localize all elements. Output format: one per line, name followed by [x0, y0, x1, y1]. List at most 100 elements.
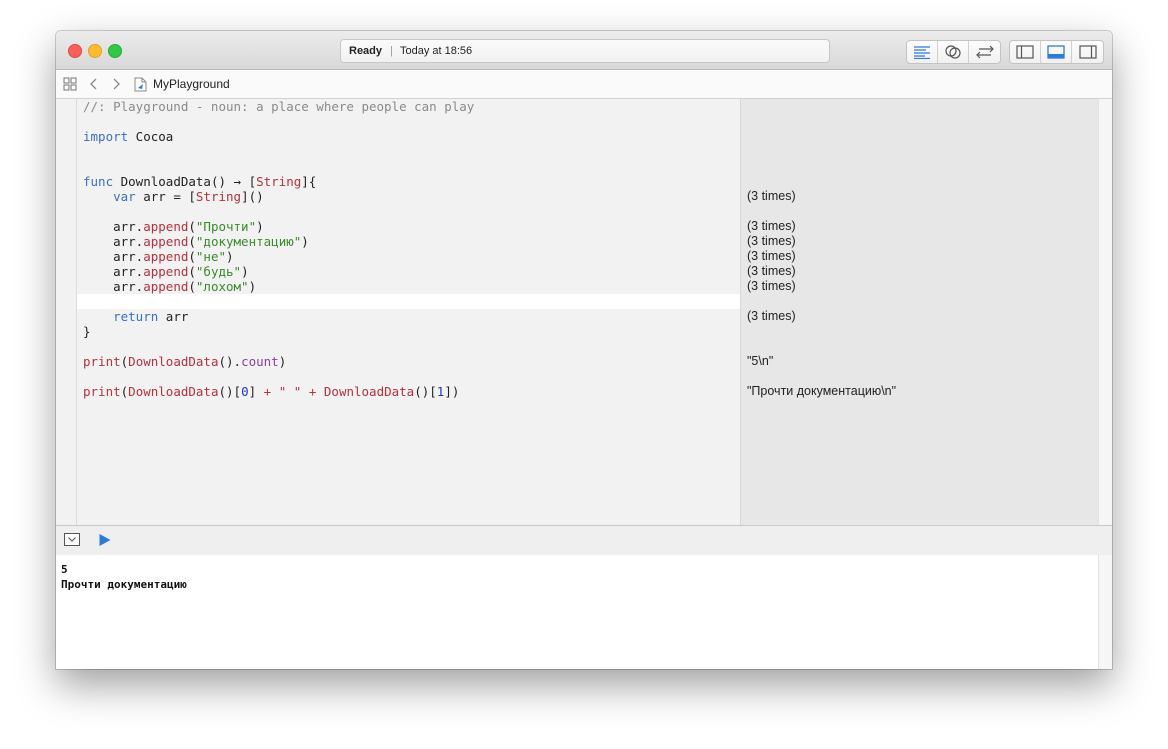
code-line: }	[77, 324, 740, 339]
related-items-button[interactable]	[63, 70, 77, 98]
code-token: )	[256, 219, 264, 234]
code-token: count	[241, 354, 279, 369]
code-line: print(DownloadData()[0] + " " + Download…	[77, 384, 740, 399]
code-token: arr	[158, 309, 189, 324]
code-token: )	[248, 279, 257, 294]
hide-debug-area-button[interactable]	[64, 533, 80, 546]
play-icon	[99, 534, 111, 546]
assistant-editor-button[interactable]	[938, 41, 969, 63]
version-editor-icon	[975, 45, 994, 59]
code-line: arr.append("Прочти")	[77, 219, 740, 234]
result-value[interactable]: (3 times)	[747, 219, 796, 234]
code-line: print(DownloadData().count)	[77, 354, 740, 369]
source-editor[interactable]: //: Playground - noun: a place where peo…	[77, 99, 740, 525]
code-token: arr.	[83, 234, 144, 249]
minimize-window-button[interactable]	[88, 44, 102, 58]
grid-icon	[63, 77, 77, 91]
code-token: ()[	[414, 384, 437, 399]
code-token: arr.	[83, 264, 144, 279]
code-token: )	[278, 354, 287, 369]
code-token: )	[226, 249, 234, 264]
console-scrollbar[interactable]	[1098, 555, 1112, 669]
code-token: "документацию"	[195, 234, 302, 249]
result-value[interactable]: (3 times)	[747, 234, 796, 249]
code-token: "не"	[195, 249, 227, 264]
code-token: ()[	[218, 384, 242, 399]
code-token: return	[113, 309, 159, 324]
code-token: append	[143, 264, 189, 279]
code-token: func	[83, 174, 114, 189]
code-token: DownloadData	[128, 384, 219, 399]
chevron-right-icon	[113, 78, 120, 90]
result-value[interactable]: (3 times)	[747, 279, 796, 294]
debug-area-toggle-button[interactable]	[1041, 41, 1072, 63]
run-playground-button[interactable]	[98, 533, 112, 547]
utilities-toggle-button[interactable]	[1072, 41, 1103, 63]
jump-bar: MyPlayground	[56, 70, 1112, 99]
standard-editor-button[interactable]	[907, 41, 938, 63]
code-token: "Прочти"	[195, 219, 257, 234]
playground-file-icon	[134, 77, 147, 91]
code-line: arr.append("лохом")	[77, 279, 740, 294]
code-token: var	[113, 189, 136, 204]
code-token: DownloadData	[323, 384, 415, 399]
panel-toggle-group	[1009, 40, 1104, 64]
editor-scrollbar[interactable]	[1098, 99, 1112, 525]
result-value[interactable]: "Прочти документацию\n"	[747, 384, 896, 399]
code-token: }	[83, 324, 91, 339]
code-token: )	[241, 264, 249, 279]
code-token: String	[256, 174, 302, 189]
code-token: //: Playground - noun: a place where peo…	[83, 99, 475, 114]
result-value[interactable]: (3 times)	[747, 309, 796, 324]
version-editor-button[interactable]	[969, 41, 1000, 63]
code-token: ]()	[241, 189, 264, 204]
code-line: arr.append("не")	[77, 249, 740, 264]
close-window-button[interactable]	[68, 44, 82, 58]
file-breadcrumb[interactable]: MyPlayground	[134, 70, 230, 98]
navigator-toggle-button[interactable]	[1010, 41, 1041, 63]
assistant-editor-icon	[945, 45, 961, 59]
result-value[interactable]: "5\n"	[747, 354, 773, 369]
forward-button[interactable]	[111, 70, 121, 98]
code-token: print	[83, 384, 121, 399]
code-token: (	[188, 219, 196, 234]
playground-editor: //: Playground - noun: a place where peo…	[56, 99, 1112, 525]
right-panel-icon	[1078, 45, 1097, 59]
result-value[interactable]: (3 times)	[747, 264, 796, 279]
back-button[interactable]	[89, 70, 99, 98]
code-token: arr.	[83, 279, 144, 294]
result-value[interactable]: (3 times)	[747, 249, 796, 264]
results-sidebar: (3 times) (3 times) (3 times) (3 times) …	[740, 99, 1099, 525]
code-token: " "	[278, 384, 302, 399]
code-token: ().	[218, 354, 242, 369]
code-token: print	[83, 354, 121, 369]
code-line: func DownloadData() → [String]{	[77, 174, 740, 189]
title-bar: Ready | Today at 18:56	[56, 31, 1112, 70]
console-line: Прочти документацию	[61, 578, 187, 591]
code-token: DownloadData	[128, 354, 219, 369]
code-line: import Cocoa	[77, 129, 740, 144]
code-token: ]{	[301, 174, 317, 189]
status-separator: |	[390, 45, 393, 57]
activity-status: Ready | Today at 18:56	[340, 39, 830, 63]
chevron-left-icon	[90, 78, 97, 90]
line-gutter	[56, 99, 77, 525]
code-line: arr.append("будь")	[77, 264, 740, 279]
code-token: arr = [	[135, 189, 196, 204]
code-token: String	[195, 189, 242, 204]
code-token: "будь"	[195, 264, 242, 279]
bottom-panel-icon	[1047, 45, 1065, 59]
code-token: (	[188, 249, 196, 264]
status-state: Ready	[349, 45, 383, 57]
zoom-window-button[interactable]	[108, 44, 122, 58]
code-token: )	[301, 234, 309, 249]
code-token: 0	[241, 384, 249, 399]
code-token: append	[143, 249, 189, 264]
result-value[interactable]: (3 times)	[747, 189, 796, 204]
console-output[interactable]: 5 Прочти документацию	[56, 555, 1098, 669]
